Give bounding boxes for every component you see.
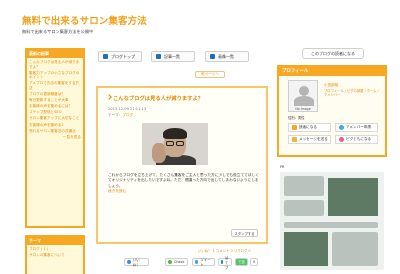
recent-post-link[interactable]: こんなブログは見る人が減りますよ？: [29, 60, 81, 69]
profile-box: プロフィール No Image 小田部裕 プロフィール / ピグの部屋 / ホー…: [277, 65, 387, 157]
theme-list: ブログ ( 1 ) サロンの集客について: [27, 245, 83, 274]
recent-post-link[interactable]: サロン集客アップに大切なこと: [29, 116, 81, 121]
send-message-button[interactable]: メッセージを送る: [288, 135, 331, 144]
recent-post-link[interactable]: 毎日更新することが大事: [29, 98, 81, 103]
hatena-button[interactable]: はてブ: [218, 256, 232, 270]
profile-link[interactable]: アメンバー: [324, 93, 340, 97]
read-more-link[interactable]: 続きを読む: [108, 189, 126, 193]
site-header: 無料で出来るサロン集客方法 無料で出来るサロン集客方法を公開中: [0, 0, 400, 40]
post-body-text: これからブログを立ち上げて、たくさん集客をご主人と思った方に少しでも役立ててほし…: [108, 173, 259, 188]
theme-link[interactable]: ブログ ( 1 ): [29, 247, 81, 252]
share-label: Check: [174, 260, 185, 264]
recent-post-link[interactable]: アメブロでお店の集客をする方法: [29, 81, 81, 90]
profile-sex: 性別：男性: [288, 116, 305, 120]
see-all-link[interactable]: 一覧を見る: [29, 135, 81, 140]
tweet-button[interactable]: ツイート: [192, 258, 215, 267]
recent-posts-heading: 最新の記事: [29, 51, 49, 56]
profile-body: No Image 小田部裕 プロフィール / ピグの部屋 / ホーム / アメン…: [279, 76, 385, 155]
stamp-button[interactable]: スタンプする: [231, 229, 258, 237]
blog-post: こんなブログは見る人が減りますよ？ 2013-12-09 21:11:13 テー…: [96, 86, 268, 244]
become-reader-side-button[interactable]: 読者になる: [288, 123, 331, 132]
profile-link[interactable]: ピグの部屋: [347, 89, 363, 93]
post-title[interactable]: こんなブログは見る人が減りますよ？: [113, 94, 203, 102]
theme-link[interactable]: ブログ: [122, 113, 133, 117]
recent-post-link[interactable]: ステップ配信とSEO: [29, 110, 81, 115]
avatar[interactable]: No Image: [288, 80, 318, 112]
amember-icon: [339, 125, 344, 130]
profile-name[interactable]: 小田部裕: [324, 83, 338, 88]
share-label: はてブ: [224, 255, 229, 270]
post-meta[interactable]: いいね！ 1 コメント 0 リブログ 0: [198, 248, 251, 253]
avatar-text: No Image: [295, 107, 311, 111]
profile-link[interactable]: ホーム: [367, 89, 377, 93]
site-subtitle: 無料で出来るサロン集客方法を公開中: [22, 29, 94, 34]
line-button[interactable]: LINEで送る: [235, 255, 248, 269]
check-button[interactable]: Check: [165, 258, 188, 266]
profile-heading: プロフィール: [282, 69, 309, 74]
theme-box: テーマ ブログ ( 1 ) サロンの集客について: [25, 235, 85, 274]
button-label: アメンバー申請: [346, 125, 371, 129]
nav-blog-top[interactable]: ブログトップ: [98, 51, 142, 62]
share-label: いいね！: [132, 258, 140, 267]
recent-post-link[interactable]: 集客力アップの小さなブログのポイント: [29, 71, 81, 80]
recent-posts-box: 最新の記事 こんなブログは見る人が減りますよ？ 集客力アップの小さなブログのポイ…: [25, 48, 85, 228]
like-button[interactable]: いいね！: [124, 258, 149, 267]
pigg-friend-button[interactable]: ピグともになる: [335, 135, 378, 144]
nav-label: ブログトップ: [111, 53, 135, 59]
recent-post-link[interactable]: ブログの更新頻度は？: [29, 92, 81, 97]
theme-link[interactable]: サロンの集客について: [29, 253, 81, 258]
ads-label: PR: [280, 165, 285, 169]
share-count: 0: [250, 258, 258, 266]
become-reader-button[interactable]: このブログの読者になる: [302, 48, 364, 59]
post-photo: [142, 123, 208, 165]
share-count-value: 0: [253, 260, 256, 264]
nav-label: 画像一覧: [218, 53, 234, 59]
nav-image-list[interactable]: 画像一覧: [205, 51, 249, 62]
theme-label: テーマ：: [108, 113, 123, 117]
post-date: 2013-12-09 21:11:13: [108, 107, 147, 111]
share-label: LINEで送る: [238, 255, 246, 269]
ad-banner[interactable]: [280, 172, 384, 270]
twitter-icon: [195, 260, 199, 264]
button-label: メッセージを送る: [299, 137, 328, 141]
pigg-icon: [339, 137, 344, 142]
image-icon: [210, 54, 215, 59]
recent-post-link[interactable]: お客様の声を集めるには？: [29, 104, 81, 109]
share-label: ツイート: [200, 258, 211, 267]
thumb-icon: [127, 260, 131, 264]
theme-heading: テーマ: [29, 238, 41, 243]
hatena-icon: [221, 260, 223, 264]
amember-request-button[interactable]: アメンバー申請: [335, 123, 378, 132]
recent-posts-list: こんなブログは見る人が減りますよ？ 集客力アップの小さなブログのポイント アメブ…: [27, 58, 83, 226]
profile-links: プロフィール / ピグの部屋 / ホーム / アメンバー: [324, 89, 379, 98]
nav-article-list[interactable]: 記事一覧: [151, 51, 195, 62]
blog-icon: [103, 54, 108, 59]
site-title[interactable]: 無料で出来るサロン集客方法: [22, 13, 147, 27]
reader-icon: [292, 125, 297, 130]
recent-post-link[interactable]: 売れるサロン集客法の共通点: [29, 129, 81, 134]
button-label: ピグともになる: [346, 137, 372, 141]
post-body: これからブログを立ち上げて、たくさん集客をご主人と思った方に少しでも役立ててほし…: [108, 173, 260, 195]
button-label: 読者になる: [299, 125, 317, 129]
nav-label: 記事一覧: [164, 53, 180, 59]
check-icon: [168, 260, 172, 264]
mail-icon: [292, 137, 297, 142]
post-theme: テーマ：ブログ: [108, 113, 133, 118]
recent-post-link[interactable]: お客様の声を集める2: [29, 123, 81, 128]
prev-page-button[interactable]: 前ページへ: [195, 71, 225, 78]
list-icon: [156, 54, 161, 59]
